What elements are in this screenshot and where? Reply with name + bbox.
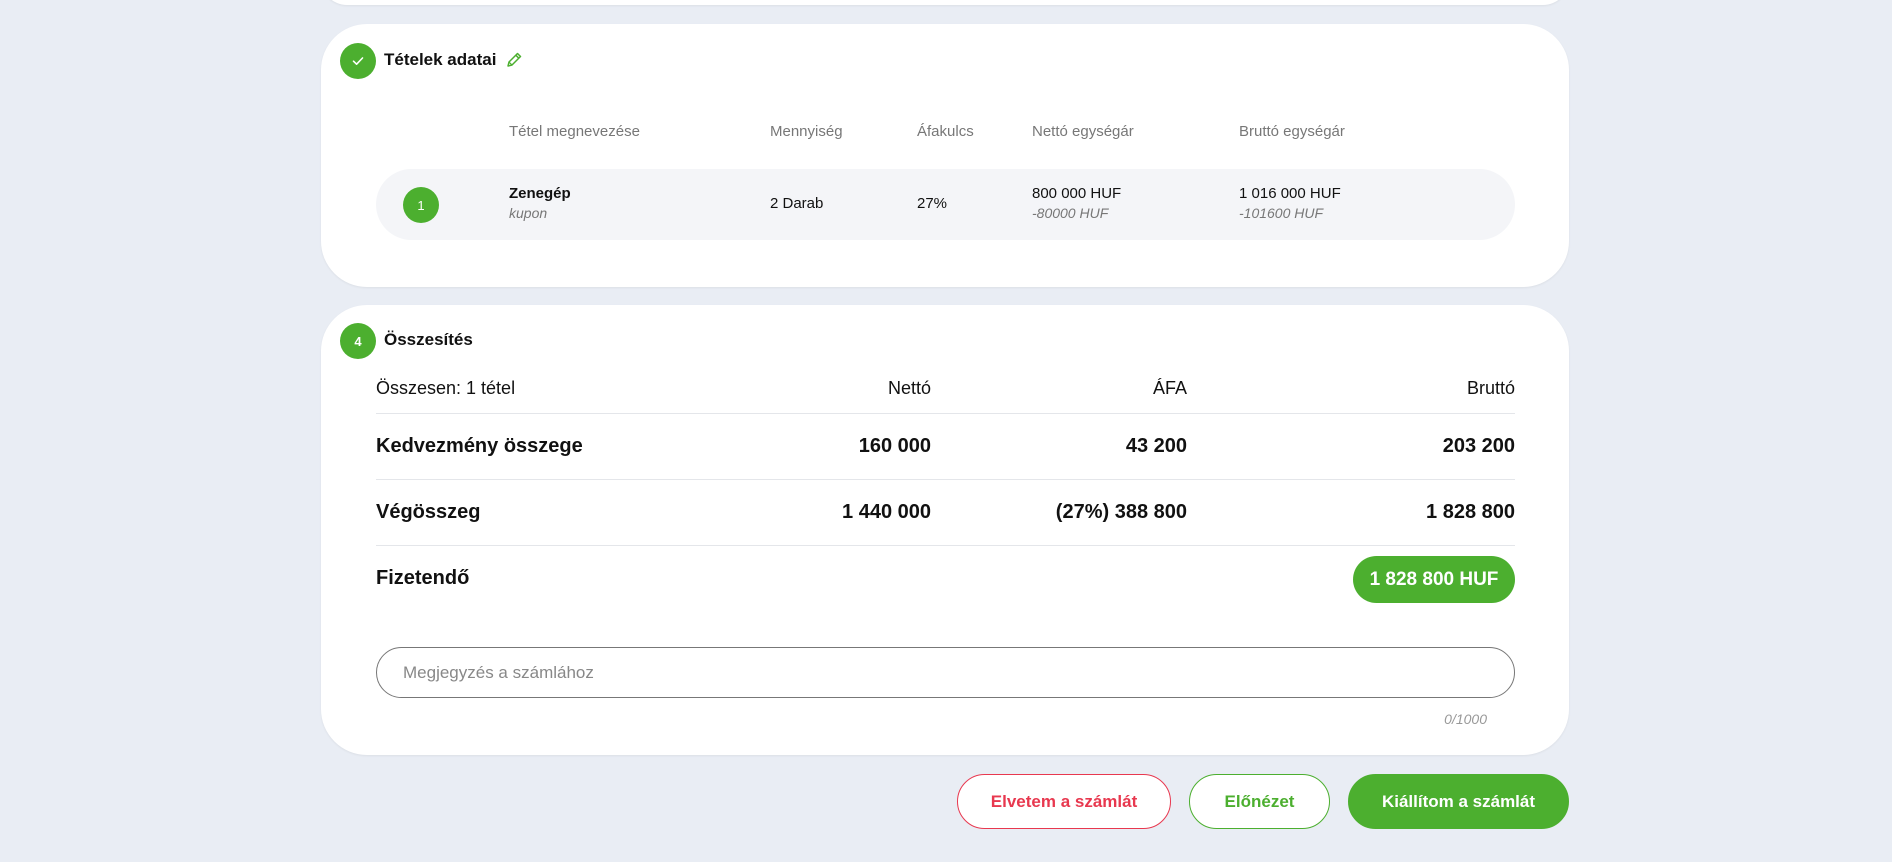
discount-label: Kedvezmény összege bbox=[376, 435, 583, 457]
discard-invoice-button[interactable]: Elvetem a számlát bbox=[957, 774, 1171, 829]
summary-header-vat: ÁFA bbox=[1152, 378, 1187, 398]
divider bbox=[376, 545, 1515, 546]
items-card: Tételek adatai Tétel megnevezése Mennyis… bbox=[321, 24, 1569, 287]
final-total-gross: 1 828 800 bbox=[1426, 501, 1515, 523]
discount-gross: 203 200 bbox=[1442, 435, 1515, 457]
pencil-icon[interactable] bbox=[505, 51, 523, 69]
step-number-badge: 4 bbox=[340, 323, 376, 359]
summary-card-title: Összesítés bbox=[384, 330, 473, 349]
invoice-note-input[interactable] bbox=[376, 647, 1515, 698]
discount-net: 160 000 bbox=[858, 435, 931, 457]
discount-vat: 43 200 bbox=[1125, 435, 1187, 457]
final-total-label: Végösszeg bbox=[376, 501, 481, 523]
item-name: Zenegép bbox=[509, 185, 571, 202]
payable-amount-badge: 1 828 800 HUF bbox=[1353, 556, 1515, 603]
payable-label: Fizetendő bbox=[376, 567, 470, 589]
column-header-net-unit-price: Nettó egységár bbox=[1032, 123, 1134, 140]
item-gross-discount: -101600 HUF bbox=[1239, 205, 1324, 221]
summary-card: 4 Összesítés Összesen: 1 tétel Nettó ÁFA… bbox=[321, 305, 1569, 755]
item-quantity: 2 Darab bbox=[770, 195, 824, 212]
summary-header-net: Nettó bbox=[887, 378, 931, 398]
item-gross-unit-price: 1 016 000 HUF bbox=[1239, 185, 1341, 202]
final-total-vat: (27%) 388 800 bbox=[1055, 501, 1187, 523]
divider bbox=[376, 413, 1515, 414]
previous-section-card bbox=[321, 0, 1569, 5]
note-character-counter: 0/1000 bbox=[1444, 711, 1487, 727]
summary-item-count: Összesen: 1 tétel bbox=[376, 378, 516, 398]
step-complete-badge bbox=[340, 43, 376, 79]
item-subtitle: kupon bbox=[509, 205, 548, 221]
divider bbox=[376, 479, 1515, 480]
item-net-unit-price: 800 000 HUF bbox=[1032, 185, 1122, 202]
preview-button[interactable]: Előnézet bbox=[1189, 774, 1330, 829]
column-header-name: Tétel megnevezése bbox=[509, 123, 640, 140]
column-header-vat-rate: Áfakulcs bbox=[917, 123, 974, 140]
items-card-title: Tételek adatai bbox=[384, 50, 497, 69]
final-total-net: 1 440 000 bbox=[842, 501, 931, 523]
item-net-discount: -80000 HUF bbox=[1032, 205, 1109, 221]
check-icon bbox=[352, 57, 364, 65]
summary-header-gross: Bruttó bbox=[1466, 378, 1515, 398]
item-vat-rate: 27% bbox=[917, 195, 948, 212]
column-header-quantity: Mennyiség bbox=[770, 123, 843, 140]
table-row[interactable]: 1 Zenegép kupon 2 Darab 27% 800 000 HUF … bbox=[376, 169, 1515, 240]
column-header-gross-unit-price: Bruttó egységár bbox=[1239, 123, 1345, 140]
issue-invoice-button[interactable]: Kiállítom a számlát bbox=[1348, 774, 1569, 829]
row-index-badge: 1 bbox=[403, 187, 439, 223]
